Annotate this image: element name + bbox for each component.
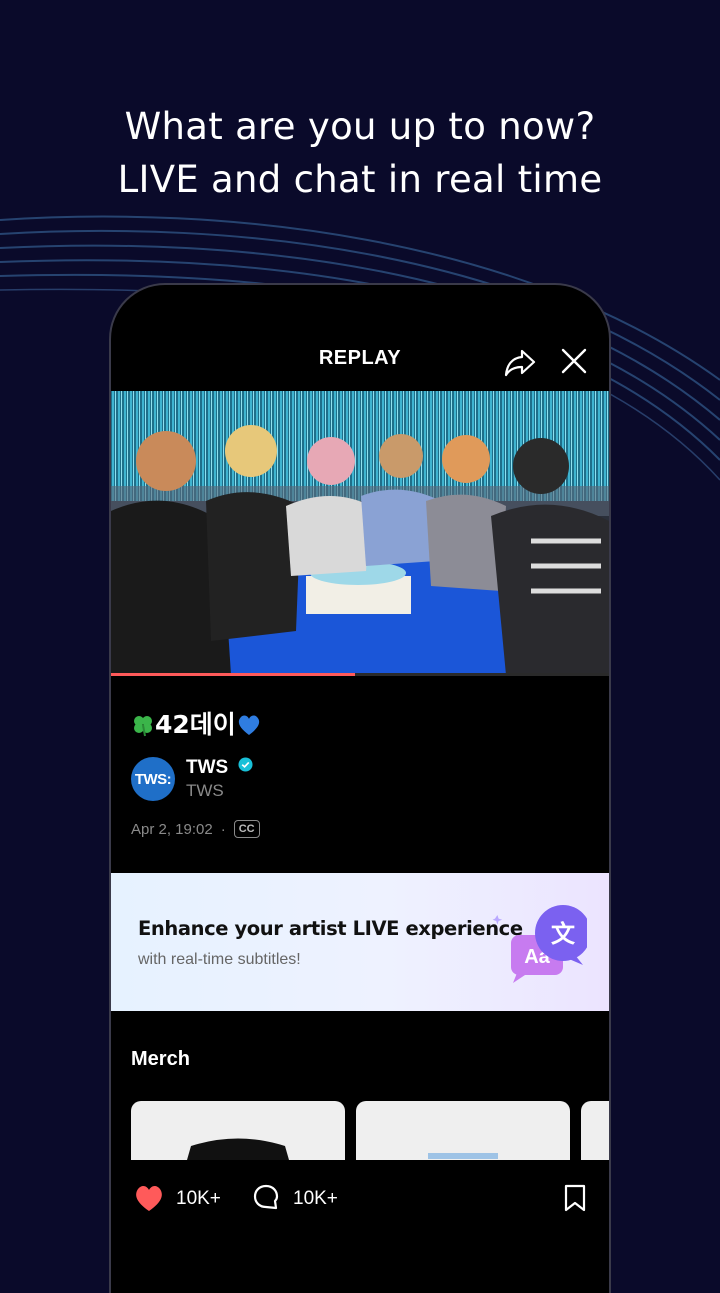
avatar[interactable]: TWS: [131, 757, 175, 801]
cc-badge: CC [233, 820, 260, 838]
heart-icon[interactable] [134, 1184, 164, 1212]
video-player[interactable] [111, 391, 609, 675]
phone-frame: REPLAY 42데이 TWS: TWS TWS Apr 2, 19:02 · … [109, 283, 611, 1293]
share-icon[interactable] [503, 345, 537, 379]
banner-title: Enhance your artist LIVE experience [138, 917, 523, 940]
artist-name[interactable]: TWS [186, 757, 253, 779]
live-title-text: 42데이 [155, 710, 236, 739]
player-header: REPLAY [111, 285, 609, 393]
video-progress[interactable] [111, 673, 609, 676]
blue-heart-emoji [238, 715, 259, 735]
subtitle-promo-banner[interactable]: Enhance your artist LIVE experience with… [111, 873, 609, 1011]
action-bar: 10K+ 10K+ [111, 1160, 609, 1293]
bookmark-icon[interactable] [563, 1184, 587, 1212]
clover-emoji [134, 716, 152, 737]
live-title: 42데이 [131, 705, 262, 741]
translate-back-glyph: 文 [551, 920, 576, 948]
meta-separator: · [220, 820, 226, 838]
comment-icon[interactable] [252, 1183, 280, 1211]
verified-icon [237, 757, 253, 772]
live-date: Apr 2, 19:02 [131, 820, 213, 838]
artist-subtitle: TWS [186, 781, 224, 800]
headline-line-1: What are you up to now? [124, 105, 596, 148]
headline: What are you up to now? LIVE and chat in… [0, 100, 720, 206]
headline-line-2: LIVE and chat in real time [117, 158, 603, 201]
video-progress-fill [111, 673, 356, 676]
artist-name-text: TWS [186, 757, 229, 778]
close-icon[interactable] [558, 345, 590, 377]
merch-section-title: Merch [131, 1048, 190, 1070]
like-count: 10K+ [176, 1188, 221, 1209]
banner-subtitle: with real-time subtitles! [138, 951, 301, 968]
translate-icon: Aa 文 [492, 905, 587, 983]
comment-count: 10K+ [293, 1188, 338, 1209]
live-meta: Apr 2, 19:02 · CC [131, 820, 260, 838]
